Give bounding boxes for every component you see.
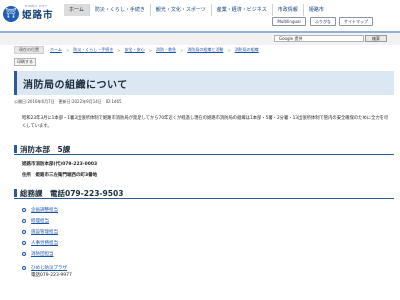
section-heading-hq: 消防本部 5課: [14, 141, 394, 155]
bullet-icon: [22, 229, 26, 234]
bullet-icon: [22, 218, 26, 223]
print-button[interactable]: 印刷する: [14, 58, 36, 66]
department-link[interactable]: 経理担当: [31, 218, 49, 224]
bullet-icon: [22, 207, 26, 212]
hq-address: 住所 姫路市三左衛門堀西の町3番地: [22, 172, 97, 178]
site-header: ⛩ HIMEJI CITY 姫路市 ホーム 防災・くらし・手続き 観光・文化・ス…: [0, 0, 400, 32]
page-title-bar: 消防局の組織について: [14, 71, 394, 95]
breadcrumb-item[interactable]: 消防局の組織と活動: [183, 47, 227, 53]
list-item[interactable]: 経理担当: [22, 215, 392, 226]
heading-marker-icon: [14, 189, 17, 197]
bullet-icon: [22, 265, 26, 270]
plaza-link[interactable]: ひめじ防災プラザ: [31, 265, 67, 271]
department-list: 企画調整担当 経理担当 施設管理担当 人事労務担当 消防団担当 ひめじ防災プラザ: [22, 204, 392, 273]
general-heading: 総務課 電話079-223-9503: [20, 189, 124, 198]
nav-disaster-life[interactable]: 防災・くらし・手続き: [88, 4, 150, 16]
section-heading-text: 消防本部 5課: [14, 144, 70, 155]
bullet-icon: [22, 251, 26, 256]
hq-phone: 姫路市消防本部(代)079-223-0003: [22, 161, 97, 167]
intro-paragraph: 昭和23年3月に1本部・1署3出張所体制で姫路市消防局が発足してから70年近くが…: [22, 116, 389, 129]
nav-home[interactable]: ホーム: [64, 4, 89, 16]
breadcrumb-item[interactable]: 防災・くらし・手続き: [69, 47, 117, 53]
nav-himeji[interactable]: 姫路市: [302, 4, 329, 16]
logo-text: 姫路市: [22, 10, 54, 21]
list-item[interactable]: 人事労務担当: [22, 237, 392, 248]
breadcrumb-item[interactable]: 安全・安心: [121, 47, 149, 53]
list-item[interactable]: ひめじ防災プラザ: [22, 262, 392, 273]
list-item[interactable]: 消防団担当: [22, 248, 392, 259]
hq-heading: 消防本部 5課: [20, 145, 71, 154]
breadcrumb: 現在の位置 ホーム > 防災・くらし・手続き > 安全・安心 > 消防・救急 >…: [14, 46, 263, 54]
list-item[interactable]: 企画調整担当: [22, 204, 392, 215]
nav-city-info[interactable]: 市政情報: [271, 4, 303, 16]
breadcrumb-item[interactable]: 消防・救急: [152, 47, 180, 53]
list-item[interactable]: 施設管理担当: [22, 226, 392, 237]
hq-address-text: 住所 姫路市三左衛門堀西の町3番地: [22, 173, 98, 178]
site-logo[interactable]: ⛩ HIMEJI CITY 姫路市: [3, 4, 54, 24]
search-input[interactable]: Google 提供: [274, 35, 364, 42]
hq-phone-text: 姫路市消防本部(代)079-223-0003: [22, 162, 98, 167]
breadcrumb-current[interactable]: 消防局の組織: [231, 47, 263, 53]
plaza-phone: 電話079-223-9977: [31, 273, 72, 278]
breadcrumb-item[interactable]: ホーム: [46, 47, 66, 53]
nav-industry[interactable]: 産業・経済・ビジネス: [210, 4, 272, 16]
logo-subtitle: HIMEJI CITY: [25, 4, 48, 8]
global-nav: ホーム 防災・くらし・手続き 観光・文化・スポーツ 産業・経済・ビジネス 市政情…: [64, 4, 329, 16]
search-button[interactable]: 検索: [365, 35, 387, 42]
publish-dates: 公開日:2016年6月7日 更新日:2022年9月14日 ID:1465: [14, 99, 122, 104]
city-emblem-icon: ⛩: [3, 6, 19, 22]
nav-tourism[interactable]: 観光・文化・スポーツ: [149, 4, 211, 16]
sitemap-button[interactable]: サイトマップ: [339, 17, 373, 26]
department-link[interactable]: 消防団担当: [31, 251, 54, 257]
section-heading-general: 総務課 電話079-223-9503: [14, 185, 394, 199]
page-title: 消防局の組織について: [23, 80, 128, 91]
department-link[interactable]: 企画調整担当: [31, 207, 58, 213]
multilingual-button[interactable]: Multilingual: [272, 17, 306, 26]
heading-marker-icon: [14, 145, 17, 153]
bullet-icon: [22, 240, 26, 245]
furigana-button[interactable]: ふりがな: [310, 17, 336, 26]
section-heading-text: 総務課 電話079-223-9503: [14, 188, 123, 199]
department-link[interactable]: 人事労務担当: [31, 240, 58, 246]
breadcrumb-label: 現在の位置: [14, 46, 44, 54]
department-link[interactable]: 施設管理担当: [31, 229, 58, 235]
